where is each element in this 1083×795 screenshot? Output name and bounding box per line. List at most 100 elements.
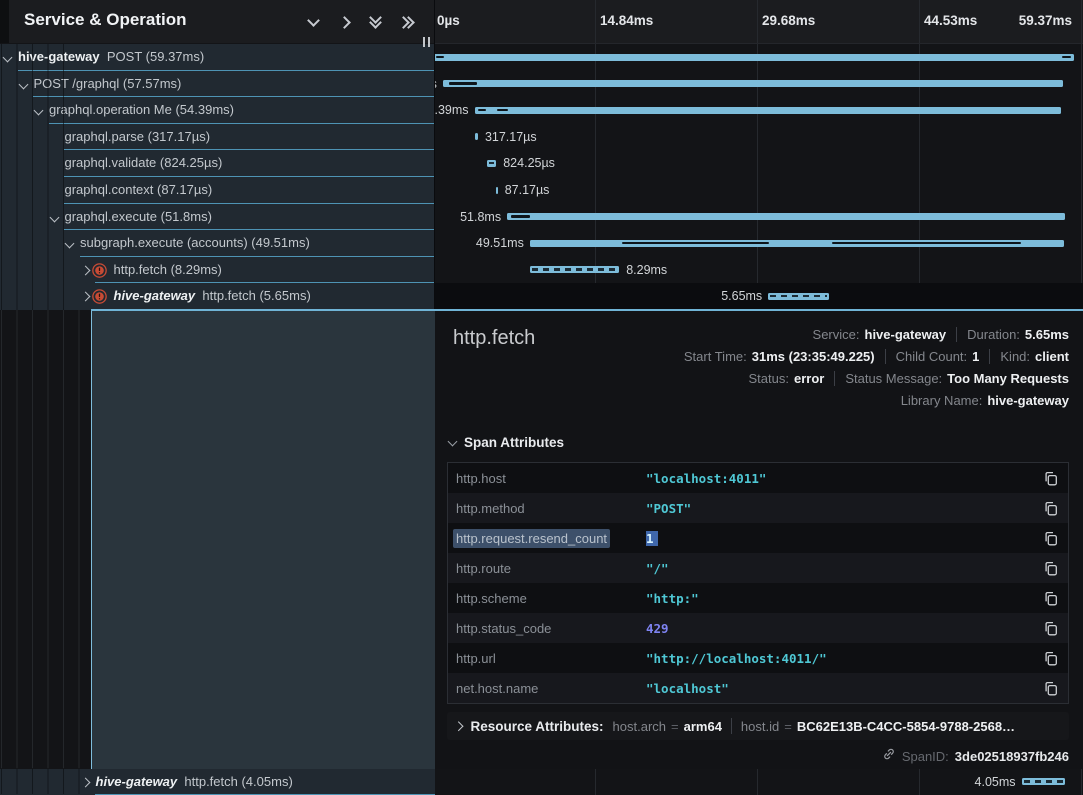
resource-value: arm64 (684, 719, 722, 734)
attribute-row: http.scheme"http:" (448, 583, 1068, 613)
child-span-mark (436, 56, 444, 59)
meta-value: hive-gateway (987, 393, 1069, 408)
attribute-row: http.status_code429 (448, 613, 1068, 643)
span-name: POST /graphql (57.57ms) (34, 76, 182, 91)
tree-row[interactable]: graphql.execute (51.8ms) (0, 204, 435, 231)
span-bar[interactable] (530, 266, 619, 273)
selected-span-border (91, 309, 1083, 311)
tree-row[interactable]: graphql.context (87.17µs) (0, 177, 435, 204)
tree-row[interactable]: POST /graphql (57.57ms) (0, 71, 435, 98)
chevron-down-icon[interactable] (306, 15, 320, 29)
timeline-tick: 0µs (437, 13, 460, 28)
copy-icon[interactable] (1040, 471, 1058, 486)
meta-divider (956, 327, 957, 342)
chevron-down-icon[interactable] (18, 79, 28, 89)
double-chevron-down-icon[interactable] (368, 15, 382, 29)
chevron-right-icon[interactable] (80, 292, 90, 302)
attribute-value: "POST" (646, 501, 1040, 516)
copy-icon[interactable] (1040, 561, 1058, 576)
meta-value: 5.65ms (1025, 327, 1069, 342)
copy-icon[interactable] (1040, 501, 1058, 516)
trace-viewer: 0µs14.84ms29.68ms44.53ms59.37ms 59.37ms5… (0, 0, 1083, 795)
child-span-mark (832, 242, 1022, 245)
span-attributes-header[interactable]: Span Attributes (449, 435, 564, 450)
span-name: graphql.operation Me (54.39ms) (49, 102, 234, 117)
attribute-key: http.scheme (456, 591, 646, 606)
attribute-row: http.method"POST" (448, 493, 1068, 523)
meta-divider (989, 349, 990, 364)
chevron-down-icon[interactable] (34, 106, 44, 116)
tree-row[interactable]: hive-gateway http.fetch (5.65ms) (0, 283, 435, 310)
span-id-label: SpanID: (902, 749, 949, 764)
resource-divider (731, 718, 732, 734)
span-bar[interactable] (475, 107, 1061, 114)
tree-row[interactable]: hive-gateway http.fetch (4.05ms) (0, 769, 435, 795)
tree-row[interactable]: graphql.validate (824.25µs) (0, 150, 435, 177)
span-bar[interactable] (434, 54, 1074, 61)
resource-attributes-row[interactable]: Resource Attributes: host.arch=arm64host… (447, 712, 1069, 740)
span-bar[interactable] (487, 160, 496, 167)
chevron-down-icon[interactable] (49, 212, 59, 222)
meta-line: Start Time:31ms (23:35:49.225)Child Coun… (684, 345, 1069, 367)
span-bar[interactable] (530, 240, 1064, 247)
timeline-tick: 59.37ms (1019, 13, 1072, 28)
span-duration-label: 5.65ms (721, 289, 762, 303)
span-name: subgraph.execute (accounts) (49.51ms) (80, 235, 310, 250)
resource-attributes-items: host.arch=arm64host.id=BC62E13B-C4CC-585… (613, 718, 1016, 734)
span-bar[interactable] (507, 213, 1065, 220)
span-id-row: SpanID: 3de02518937fb246 (882, 747, 1069, 766)
copy-icon[interactable] (1040, 591, 1058, 606)
chevron-down-icon[interactable] (65, 239, 75, 249)
panel-resize-handle[interactable] (423, 37, 430, 47)
chevron-right-icon[interactable] (337, 15, 351, 29)
tree-row[interactable]: graphql.parse (317.17µs) (0, 124, 435, 151)
span-service: hive-gateway (114, 288, 196, 303)
chevron-right-icon[interactable] (80, 265, 90, 275)
attribute-row: http.request.resend_count1 (448, 523, 1068, 553)
attribute-key: http.request.resend_count (456, 531, 646, 546)
meta-label: Child Count: (896, 349, 968, 364)
attribute-key: http.host (456, 471, 646, 486)
copy-icon[interactable] (1040, 621, 1058, 636)
tree-row[interactable]: subgraph.execute (accounts) (49.51ms) (0, 230, 435, 257)
equals-sign: = (671, 719, 679, 734)
double-chevron-right-icon[interactable] (399, 15, 413, 29)
span-bar[interactable] (1022, 778, 1066, 785)
child-span-mark (449, 82, 477, 85)
tree-row[interactable]: graphql.operation Me (54.39ms) (0, 97, 435, 124)
span-bar[interactable] (496, 187, 498, 194)
resource-attributes-label: Resource Attributes: (471, 719, 604, 734)
span-bar[interactable] (475, 133, 478, 140)
meta-value: Too Many Requests (947, 371, 1069, 386)
chevron-down-icon[interactable] (3, 53, 13, 63)
meta-divider (885, 349, 886, 364)
chevron-right-icon (454, 721, 463, 730)
attribute-row: http.route"/" (448, 553, 1068, 583)
attribute-value: 429 (646, 621, 1040, 636)
span-name: graphql.execute (51.8ms) (65, 209, 212, 224)
tree-row[interactable]: http.fetch (8.29ms) (0, 257, 435, 284)
link-icon[interactable] (882, 747, 896, 766)
span-name: http.fetch (8.29ms) (114, 262, 222, 277)
attribute-key: net.host.name (456, 681, 646, 696)
span-id-value: 3de02518937fb246 (955, 749, 1069, 764)
span-bar[interactable] (443, 80, 1064, 87)
meta-line: Status:errorStatus Message:Too Many Requ… (684, 367, 1069, 389)
copy-icon[interactable] (1040, 681, 1058, 696)
chevron-right-icon[interactable] (80, 777, 90, 787)
resource-attribute: host.id=BC62E13B-C4CC-5854-9788-2568… (741, 719, 1015, 734)
span-bar[interactable] (768, 293, 829, 300)
tree-row[interactable]: hive-gateway POST (59.37ms) (0, 44, 435, 71)
copy-icon[interactable] (1040, 651, 1058, 666)
meta-value: client (1035, 349, 1069, 364)
meta-value: error (794, 371, 824, 386)
attribute-value: "localhost" (646, 681, 1040, 696)
attribute-row: http.url"http://localhost:4011/" (448, 643, 1068, 673)
span-name: http.fetch (4.05ms) (184, 774, 292, 789)
copy-icon[interactable] (1040, 531, 1058, 546)
span-duration-label: 824.25µs (503, 156, 555, 170)
span-title: http.fetch (453, 327, 535, 350)
meta-label: Library Name: (901, 393, 983, 408)
expanded-span-region (91, 311, 435, 769)
indent-guides (1, 310, 80, 769)
